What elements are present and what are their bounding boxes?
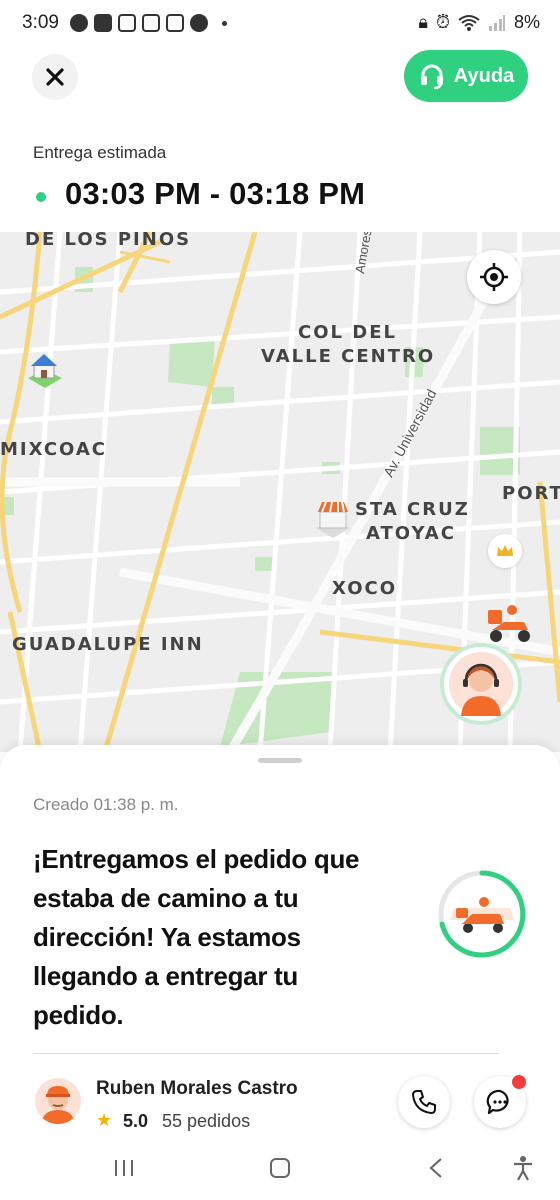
recent-apps-button[interactable] [104, 1152, 144, 1184]
driver-name: Ruben Morales Castro [96, 1078, 298, 1099]
recent-apps-icon [115, 1160, 133, 1176]
map-label: PORT [502, 483, 560, 504]
help-button[interactable]: Ayuda [404, 50, 528, 102]
support-agent-marker[interactable] [440, 643, 522, 725]
divider [33, 1053, 499, 1054]
play-icon [190, 14, 208, 32]
home-button[interactable] [260, 1152, 300, 1184]
star-icon: ★ [96, 1110, 113, 1130]
crosshair-icon [480, 263, 508, 291]
headset-icon [420, 64, 443, 90]
sheet-drag-handle[interactable] [258, 758, 302, 763]
map-label: GUADALUPE INN [12, 634, 204, 655]
map-label: XOCO [332, 578, 398, 599]
app-icon [118, 14, 136, 32]
map-label: COL DEL [298, 322, 397, 343]
eta-label: Entrega estimada [33, 143, 167, 162]
more-dot-icon [222, 20, 227, 26]
back-icon [429, 1158, 442, 1178]
map-label: STA CRUZ [355, 499, 470, 520]
order-created-time: Creado 01:38 p. m. [33, 795, 179, 814]
unread-badge [510, 1073, 528, 1091]
lock-icon: 🔒︎ [418, 12, 428, 32]
driver-rating: 5.0 [123, 1111, 149, 1131]
crown-marker[interactable] [488, 534, 522, 568]
close-button[interactable] [32, 54, 78, 100]
phone-icon [412, 1090, 436, 1114]
eta-value: 03:03 PM - 03:18 PM [65, 176, 366, 211]
back-button[interactable] [416, 1152, 456, 1184]
status-time: 3:09 [22, 12, 59, 33]
map-label: DE LOS PINOS [25, 232, 192, 250]
crown-icon [497, 545, 513, 556]
system-icons: 🔒︎ ⏰︎ 8% [418, 12, 540, 33]
signal-icon [488, 14, 505, 31]
app-icon [142, 14, 160, 32]
alarm-icon: ⏰︎ [435, 12, 450, 32]
wifi-icon [458, 14, 480, 31]
map-label: MIXCOAC [0, 439, 108, 460]
home-icon [270, 1158, 290, 1178]
driver-avatar [35, 1078, 81, 1124]
call-driver-button[interactable] [398, 1076, 450, 1128]
panda-icon [166, 14, 184, 32]
status-bar: 3:09 🔒︎ ⏰︎ 8% [0, 0, 560, 48]
eta-status-dot [36, 192, 46, 202]
accessibility-button[interactable] [503, 1152, 543, 1184]
driver-avatar-icon [41, 1086, 75, 1124]
order-status-message: ¡Entregamos el pedido que estaba de cami… [33, 844, 360, 1030]
help-label: Ayuda [453, 64, 515, 87]
home-marker-icon[interactable] [22, 348, 68, 394]
driver-order-count: 55 pedidos [162, 1111, 251, 1131]
accessibility-icon [514, 1156, 532, 1181]
messenger-icon [70, 14, 88, 32]
notification-icons [70, 14, 227, 32]
chat-icon [486, 1089, 509, 1115]
delivery-scooter-marker-icon[interactable] [484, 600, 536, 644]
delivery-progress-icon [438, 870, 526, 958]
locate-me-button[interactable] [467, 250, 521, 304]
store-marker-icon[interactable] [310, 494, 356, 540]
map[interactable]: DE LOS PINOS Amores COL DEL VALLE CENTRO… [0, 232, 560, 752]
support-agent-avatar-icon [449, 652, 513, 716]
map-label: VALLE CENTRO [261, 346, 436, 367]
close-icon [46, 68, 64, 86]
alert-icon [94, 14, 112, 32]
battery-text: 8% [513, 12, 540, 32]
map-label: ATOYAC [366, 523, 456, 544]
